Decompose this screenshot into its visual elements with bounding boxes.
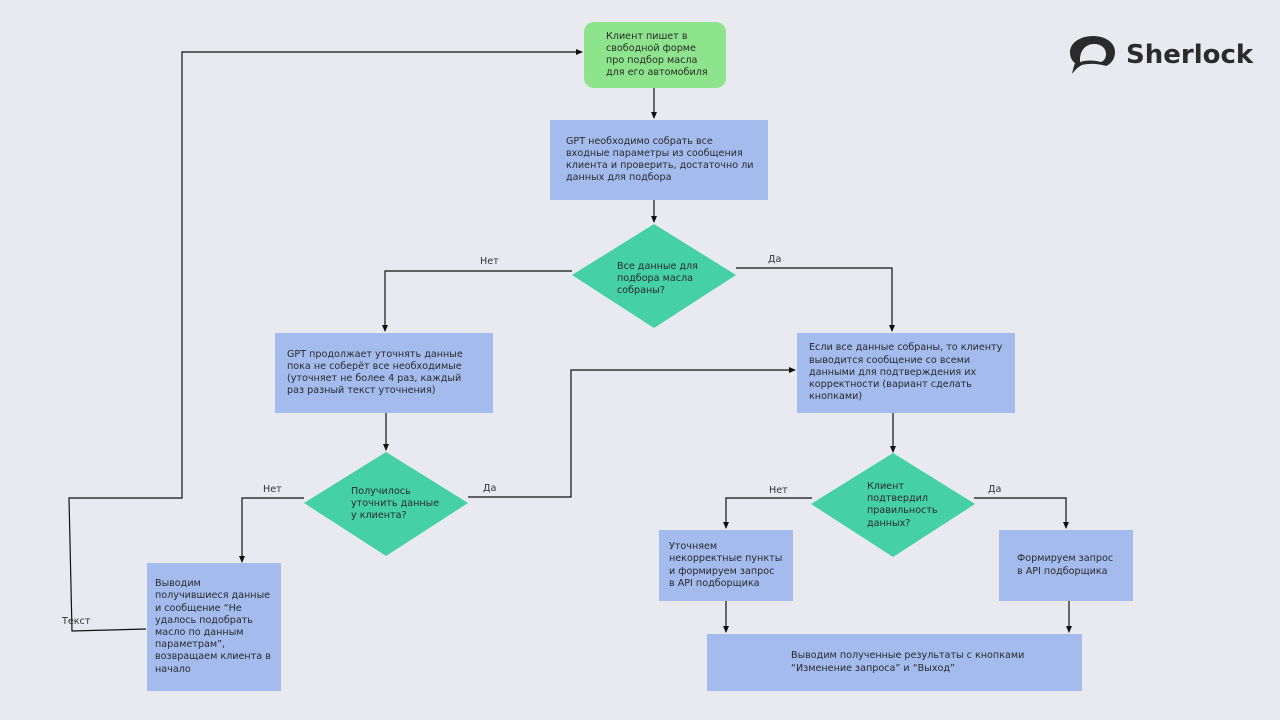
edge-confirmed-yes (974, 497, 1069, 529)
form-request-node: Формируем запрос в API подборщика (999, 530, 1133, 601)
speech-bubble-logo-icon (1070, 36, 1115, 74)
label-yes-1: Да (768, 254, 782, 265)
fail-output-node-text: Выводим получившиеся данные и сообщение … (155, 578, 271, 675)
edge-decision-no (382, 270, 572, 332)
clarify-node: GPT продолжает уточнять данные пока не с… (275, 333, 493, 413)
label-no-1: Нет (480, 256, 499, 267)
fail-output-node: Выводим получившиеся данные и сообщение … (147, 563, 281, 691)
brand-logo: Sherlock (1068, 34, 1253, 76)
edge-clarified-no (239, 497, 304, 563)
edge-decision-yes (736, 267, 895, 332)
start-node-text: Клиент пишет в свободной форме про подбо… (606, 30, 708, 79)
edge-confirmed-no (723, 497, 812, 529)
fix-items-node: Уточняем некорректные пункты и формируем… (659, 530, 793, 601)
confirm-node: Если все данные собраны, то клиенту выво… (797, 333, 1015, 413)
brand-name: Sherlock (1126, 40, 1254, 70)
decision-all-collected-text: Все данные для подбора масла собраны? (617, 261, 698, 297)
collect-node-text: GPT необходимо собрать все входные парам… (566, 135, 754, 184)
results-node-text: Выводим полученные результаты с кнопками… (791, 650, 1025, 674)
results-node: Выводим полученные результаты с кнопками… (707, 634, 1082, 691)
fix-items-node-text: Уточняем некорректные пункты и формируем… (669, 541, 783, 589)
collect-node: GPT необходимо собрать все входные парам… (550, 120, 768, 200)
edge-clarified-yes (468, 367, 796, 498)
label-yes-2: Да (483, 483, 497, 494)
form-request-node-text: Формируем запрос в API подборщика (1017, 553, 1114, 577)
start-node: Клиент пишет в свободной форме про подбо… (584, 22, 726, 88)
label-yes-3: Да (988, 484, 1002, 495)
decision-clarified-text: Получилось уточнить данные у клиента? (351, 486, 440, 522)
label-no-3: Нет (769, 485, 788, 496)
confirm-node-text: Если все данные собраны, то клиенту выво… (809, 342, 1003, 403)
decision-confirmed-text: Клиент подтвердил правильность данных? (867, 481, 938, 529)
label-no-2: Нет (263, 484, 282, 495)
label-text: Текст (62, 616, 91, 627)
clarify-node-text: GPT продолжает уточнять данные пока не с… (287, 348, 463, 397)
